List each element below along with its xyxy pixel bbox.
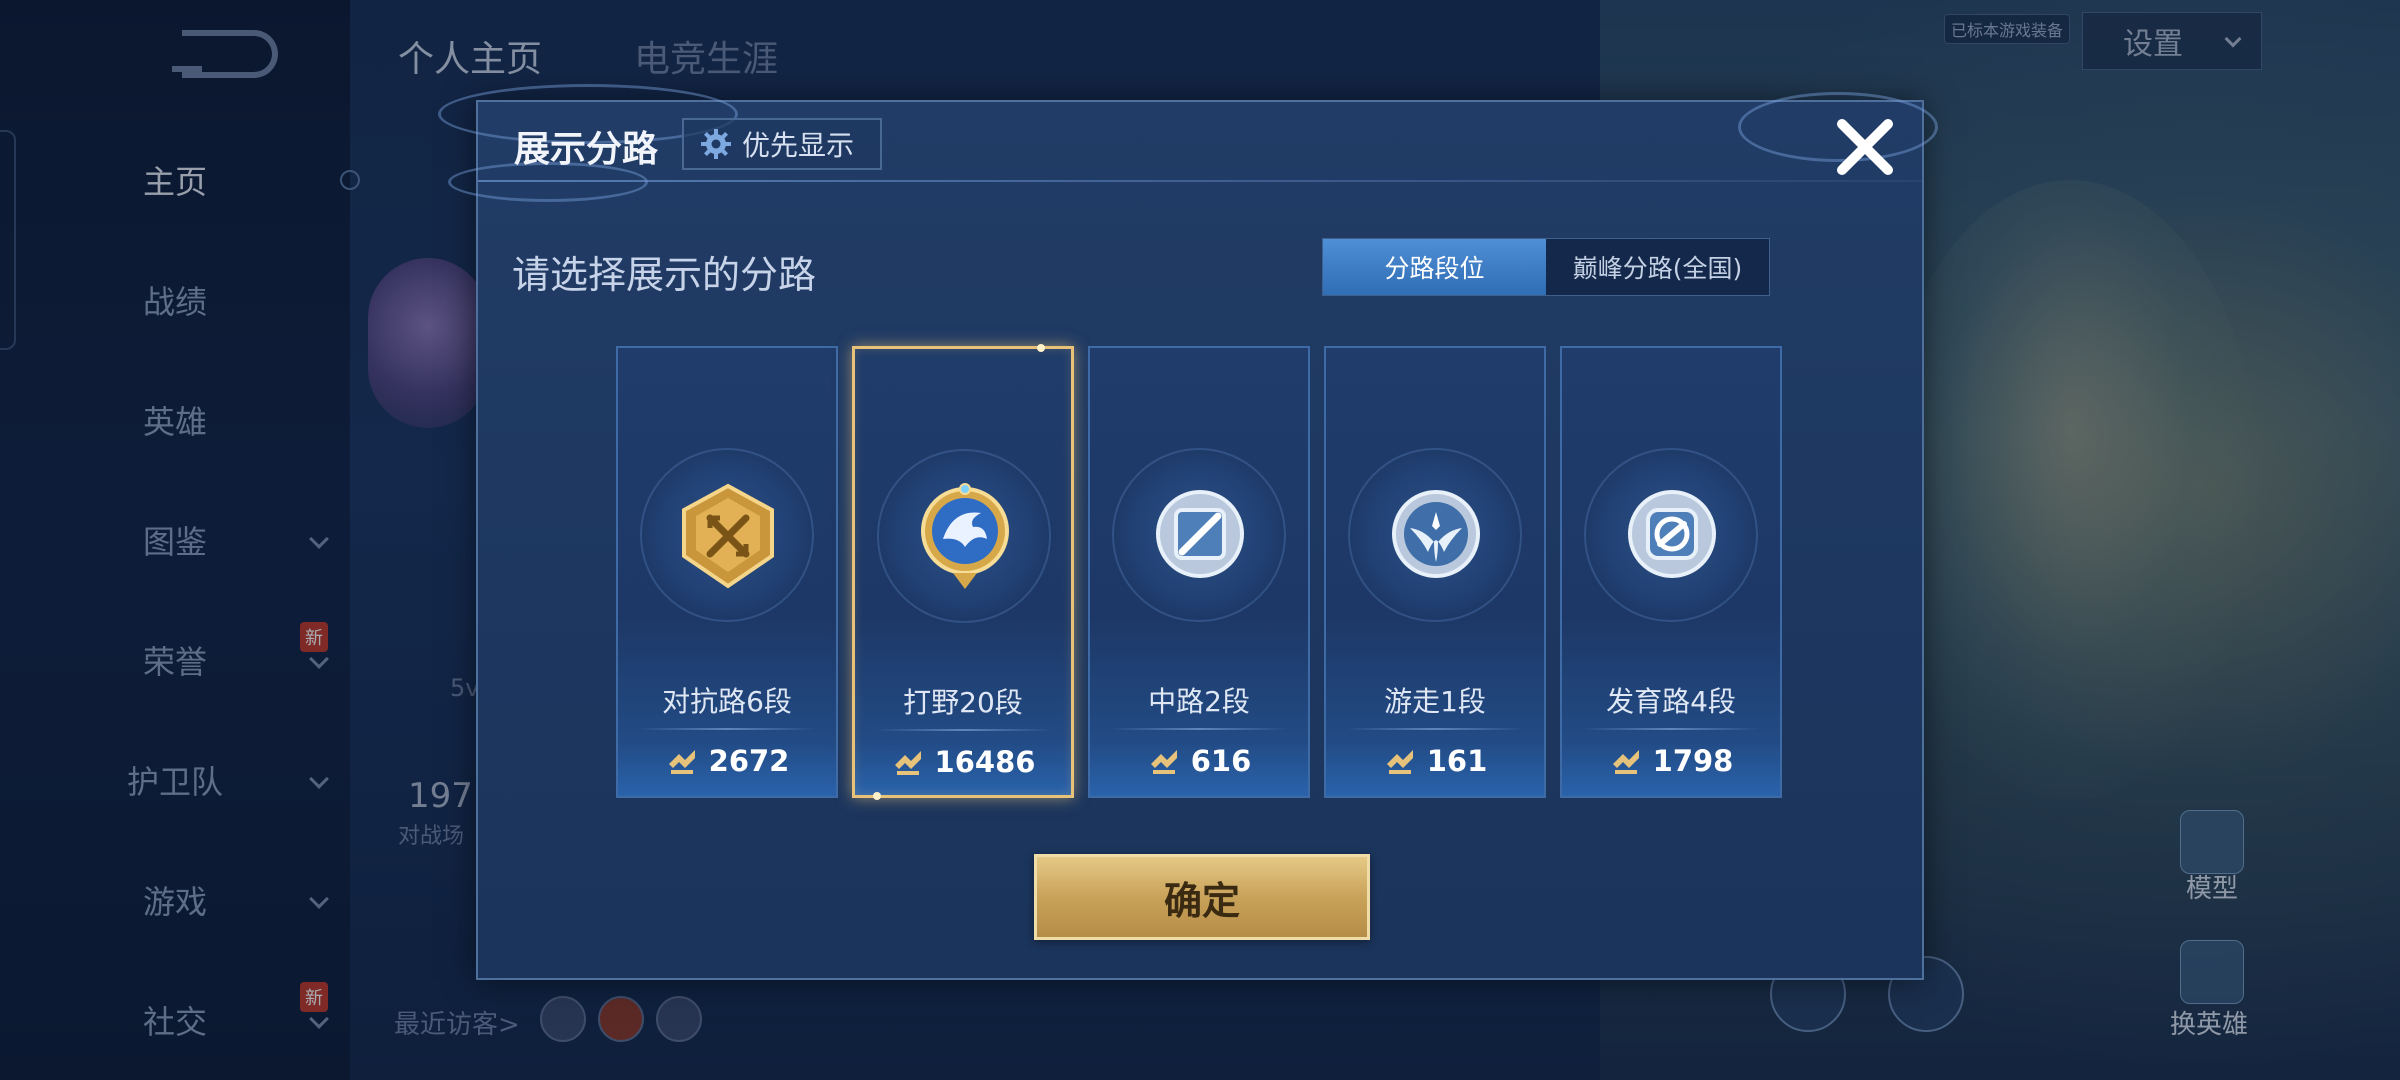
lane-card-farm[interactable]: 发育路4段 1798 (1560, 346, 1782, 798)
lane-card-roam[interactable]: 游走1段 161 (1324, 346, 1546, 798)
points-icon (1386, 750, 1413, 774)
confirm-button[interactable]: 确定 (1034, 854, 1370, 940)
lane-score: 2672 (708, 744, 790, 778)
lane-score: 161 (1426, 744, 1488, 778)
lane-score-row: 1798 (1562, 744, 1780, 778)
dialog-title: 展示分路 (514, 129, 659, 170)
card-divider (1110, 728, 1288, 730)
points-icon (1150, 750, 1177, 774)
lane-score: 616 (1190, 744, 1252, 778)
corner-sparkle (873, 792, 881, 800)
lane-card-mid[interactable]: 中路2段 616 (1088, 346, 1310, 798)
card-divider (638, 728, 816, 730)
gear-icon (701, 129, 731, 159)
header-divider (478, 180, 1922, 182)
lane-card-top[interactable]: 对抗路6段 2672 (616, 346, 838, 798)
corner-sparkle (1037, 344, 1045, 352)
points-icon (1612, 750, 1639, 774)
points-icon (894, 751, 921, 775)
mid-lane-emblem-icon (1156, 490, 1244, 578)
card-divider (875, 729, 1053, 731)
close-icon[interactable] (1832, 114, 1898, 180)
priority-display-button[interactable]: 优先显示 (682, 118, 882, 170)
top-lane-emblem-icon (682, 483, 774, 589)
lane-score-row: 16486 (855, 745, 1071, 779)
lane-name: 打野20段 (903, 686, 1023, 719)
priority-display-label: 优先显示 (742, 129, 855, 162)
lane-card-jungle[interactable]: 打野20段 16486 (852, 344, 1074, 800)
lane-score-row: 616 (1090, 744, 1308, 778)
lane-score-row: 2672 (618, 744, 836, 778)
lane-mode-toggle: 分路段位 巅峰分路(全国) (1322, 238, 1770, 296)
tab-lane-rank[interactable]: 分路段位 (1323, 239, 1546, 295)
roam-lane-emblem-icon (1392, 490, 1480, 578)
points-icon (668, 750, 695, 774)
lane-name: 中路2段 (1148, 685, 1250, 718)
farm-lane-emblem-icon (1628, 490, 1716, 578)
lane-score: 1798 (1652, 744, 1734, 778)
lane-score: 16486 (934, 745, 1036, 779)
lane-name: 对抗路6段 (662, 685, 792, 718)
lane-score-row: 161 (1326, 744, 1544, 778)
card-divider (1582, 728, 1760, 730)
tab-peak-lane-national[interactable]: 巅峰分路(全国) (1546, 239, 1769, 295)
lane-display-dialog: 展示分路 优先显示 请选择展示的分路 分路段位 巅峰分路(全国) 对抗路6段 2… (438, 84, 1938, 980)
lane-name: 发育路4段 (1606, 685, 1736, 718)
dialog-subtitle: 请选择展示的分路 (512, 253, 817, 297)
card-divider (1346, 728, 1524, 730)
lane-name: 游走1段 (1384, 685, 1486, 718)
jungle-lane-emblem-icon (921, 483, 1009, 589)
